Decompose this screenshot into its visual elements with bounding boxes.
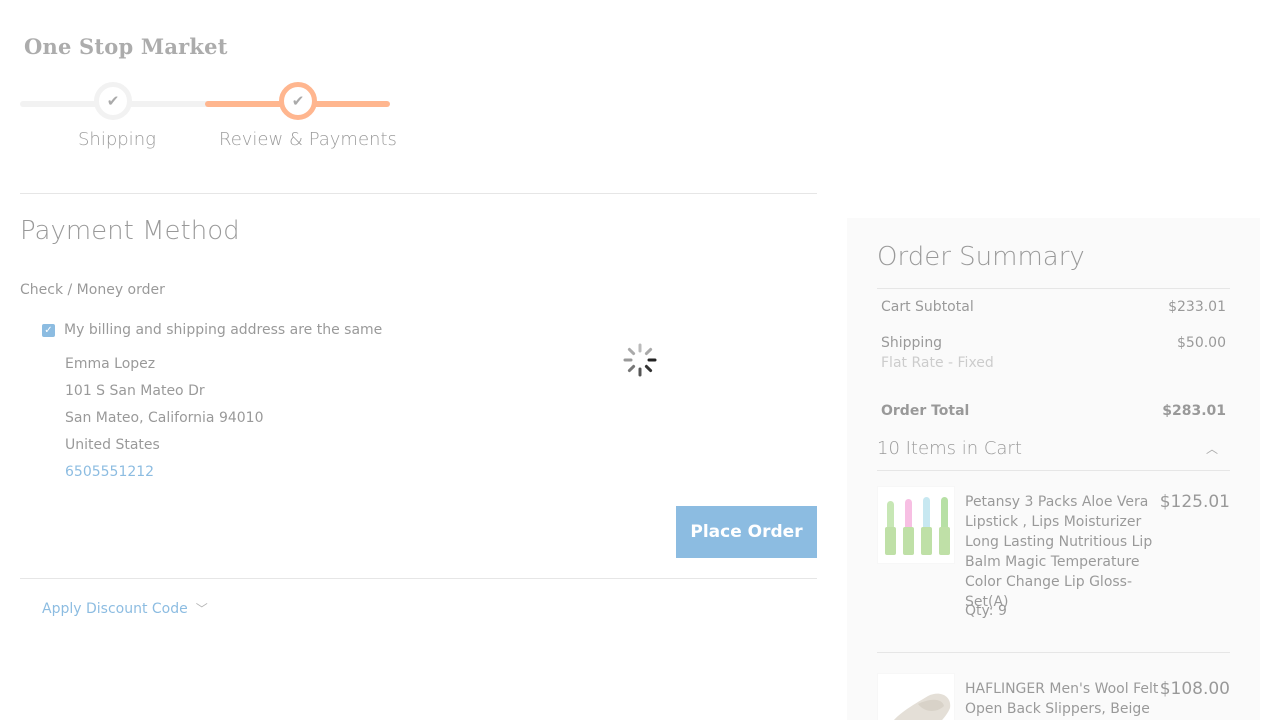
loading-overlay bbox=[0, 0, 1280, 720]
spinner-icon bbox=[623, 343, 657, 377]
